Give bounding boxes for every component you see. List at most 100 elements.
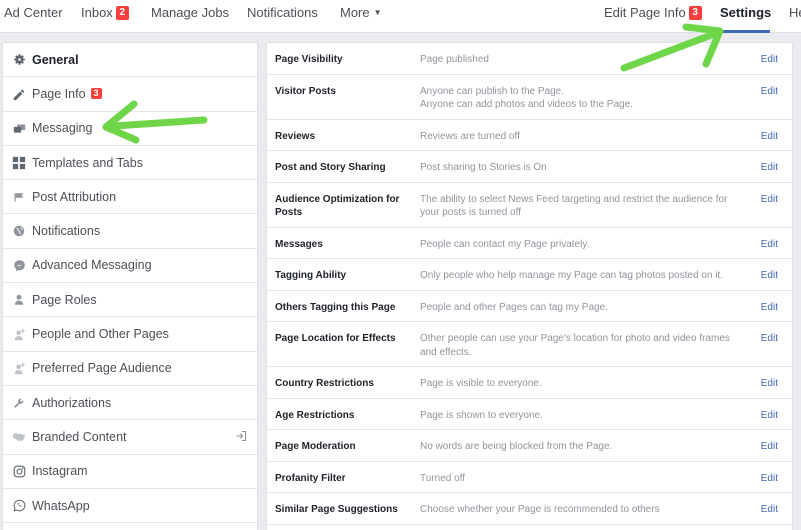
row-description: People can contact my Page privately. [420, 238, 590, 250]
edit-link[interactable]: Edit [761, 269, 778, 283]
row-description-line-2: Anyone can add photos and videos to the … [420, 99, 633, 110]
person-add-icon [12, 327, 26, 341]
settings-row-messages[interactable]: Messages People can contact my Page priv… [267, 228, 792, 259]
instagram-icon [12, 464, 26, 478]
row-label: Post and Story Sharing [275, 162, 386, 173]
sidebar-item-label: General [32, 52, 79, 67]
sidebar-item-label: Templates and Tabs [32, 155, 143, 170]
sidebar-item-templates-and-tabs[interactable]: Templates and Tabs [3, 146, 257, 181]
nav-more-label: More [340, 5, 370, 20]
nav-help-partial[interactable]: He [789, 0, 801, 33]
row-label: Age Restrictions [275, 409, 355, 421]
row-label: Page Visibility [275, 54, 343, 65]
row-label: Page Location for Effects [275, 333, 396, 344]
sidebar-item-label: Instagram [32, 464, 88, 479]
settings-row-page-location-for-effects[interactable]: Page Location for Effects Other people c… [267, 322, 792, 367]
settings-row-page-moderation[interactable]: Page Moderation No words are being block… [267, 430, 792, 462]
settings-row-reviews[interactable]: Reviews Reviews are turned off Edit [267, 120, 792, 151]
handshake-icon [12, 430, 26, 444]
row-description: No words are being blocked from the Page… [420, 441, 613, 452]
row-label: Tagging Ability [275, 270, 347, 281]
sidebar-item-people-and-other-pages[interactable]: People and Other Pages [3, 317, 257, 352]
settings-row-others-tagging[interactable]: Others Tagging this Page People and othe… [267, 291, 792, 322]
row-label: Others Tagging this Page [275, 301, 396, 313]
edit-link[interactable]: Edit [761, 85, 778, 99]
nav-edit-page-info-label: Edit Page Info [604, 5, 686, 20]
nav-notifications-label: Notifications [247, 5, 318, 20]
gear-icon [12, 53, 26, 67]
sidebar-item-advanced-messaging[interactable]: Advanced Messaging [3, 249, 257, 284]
edit-link[interactable]: Edit [761, 409, 778, 423]
edit-link[interactable]: Edit [761, 161, 778, 175]
whatsapp-icon [12, 499, 26, 513]
sidebar-item-label: Advanced Messaging [32, 258, 152, 273]
nav-inbox-label: Inbox [81, 5, 113, 20]
settings-row-tagging-ability[interactable]: Tagging Ability Only people who help man… [267, 259, 792, 291]
settings-row-country-restrictions[interactable]: Country Restrictions Page is visible to … [267, 367, 792, 399]
edit-link[interactable]: Edit [761, 130, 778, 144]
edit-link[interactable]: Edit [761, 377, 778, 391]
sidebar-item-general[interactable]: General [3, 43, 257, 78]
edit-link[interactable]: Edit [761, 472, 778, 486]
nav-manage-jobs[interactable]: Manage Jobs [151, 0, 229, 33]
nav-manage-jobs-label: Manage Jobs [151, 5, 230, 20]
sidebar-item-instagram[interactable]: Instagram [3, 455, 257, 489]
sidebar-item-label: Preferred Page Audience [32, 361, 172, 376]
green-arrow-annotation-messaging [102, 100, 208, 144]
nav-ad-center-label: Ad Center [4, 5, 63, 20]
edit-link[interactable]: Edit [761, 332, 778, 346]
sidebar-item-label: Authorizations [32, 395, 112, 410]
row-description: The ability to select News Feed targetin… [420, 193, 728, 219]
row-label: Audience Optimization for Posts [275, 193, 400, 219]
edit-link[interactable]: Edit [761, 238, 778, 252]
row-description: Turned off [420, 472, 466, 484]
messenger-icon [12, 258, 26, 272]
row-description: Only people who help manage my Page can … [420, 270, 723, 281]
row-label: Page Moderation [275, 441, 356, 452]
nav-inbox[interactable]: Inbox 2 [81, 0, 129, 33]
settings-row-profanity-filter[interactable]: Profanity Filter Turned off Edit [267, 462, 792, 493]
sidebar-item-authorizations[interactable]: Authorizations [3, 386, 257, 421]
nav-help-label: He [789, 5, 801, 20]
caret-down-icon: ▼ [373, 8, 382, 17]
nav-more-dropdown[interactable]: More ▼ [340, 0, 382, 33]
sidebar-item-label: Messaging [32, 121, 93, 136]
edit-link[interactable]: Edit [761, 193, 778, 207]
sidebar-item-page-roles[interactable]: Page Roles [3, 283, 257, 318]
green-arrow-annotation-settings [620, 23, 724, 72]
edit-link[interactable]: Edit [761, 440, 778, 454]
settings-row-similar-page-suggestions[interactable]: Similar Page Suggestions Choose whether … [267, 493, 792, 525]
sidebar-item-preferred-page-audience[interactable]: Preferred Page Audience [3, 352, 257, 386]
external-link-icon [235, 430, 247, 445]
row-description: People and other Pages can tag my Page. [420, 301, 608, 313]
row-label: Reviews [275, 130, 316, 142]
row-label: Visitor Posts [275, 85, 336, 97]
sidebar-item-whatsapp[interactable]: WhatsApp [3, 489, 257, 524]
globe-icon [12, 224, 26, 238]
sidebar-item-label: Post Attribution [32, 189, 117, 204]
edit-link[interactable]: Edit [761, 301, 778, 315]
row-description: Other people can use your Page's locatio… [420, 333, 730, 358]
person-icon [12, 293, 26, 307]
sidebar-item-post-attribution[interactable]: Post Attribution [3, 180, 257, 215]
row-description: Reviews are turned off [420, 130, 520, 142]
settings-row-post-and-story-sharing[interactable]: Post and Story Sharing Post sharing to S… [267, 151, 792, 183]
row-description: Post sharing to Stories is On [420, 162, 547, 173]
settings-row-visitor-posts[interactable]: Visitor Posts Anyone can publish to the … [267, 75, 792, 120]
messaging-icon [12, 121, 26, 135]
nav-settings-label: Settings [720, 5, 772, 20]
nav-ad-center[interactable]: Ad Center [4, 0, 63, 33]
edit-link[interactable]: Edit [761, 53, 778, 67]
grid-icon [12, 156, 26, 170]
edit-link[interactable]: Edit [761, 503, 778, 517]
row-label: Profanity Filter [275, 472, 346, 484]
sidebar-item-label: Page Info [32, 86, 86, 101]
inbox-count-badge: 2 [115, 6, 129, 20]
edit-page-info-badge: 3 [688, 6, 702, 20]
settings-row-audience-optimization[interactable]: Audience Optimization for Posts The abil… [267, 183, 792, 228]
sidebar-item-notifications[interactable]: Notifications [3, 214, 257, 249]
sidebar-item-branded-content[interactable]: Branded Content [3, 420, 257, 455]
wrench-icon [12, 396, 26, 410]
nav-notifications[interactable]: Notifications [247, 0, 318, 33]
settings-row-age-restrictions[interactable]: Age Restrictions Page is shown to everyo… [267, 399, 792, 430]
